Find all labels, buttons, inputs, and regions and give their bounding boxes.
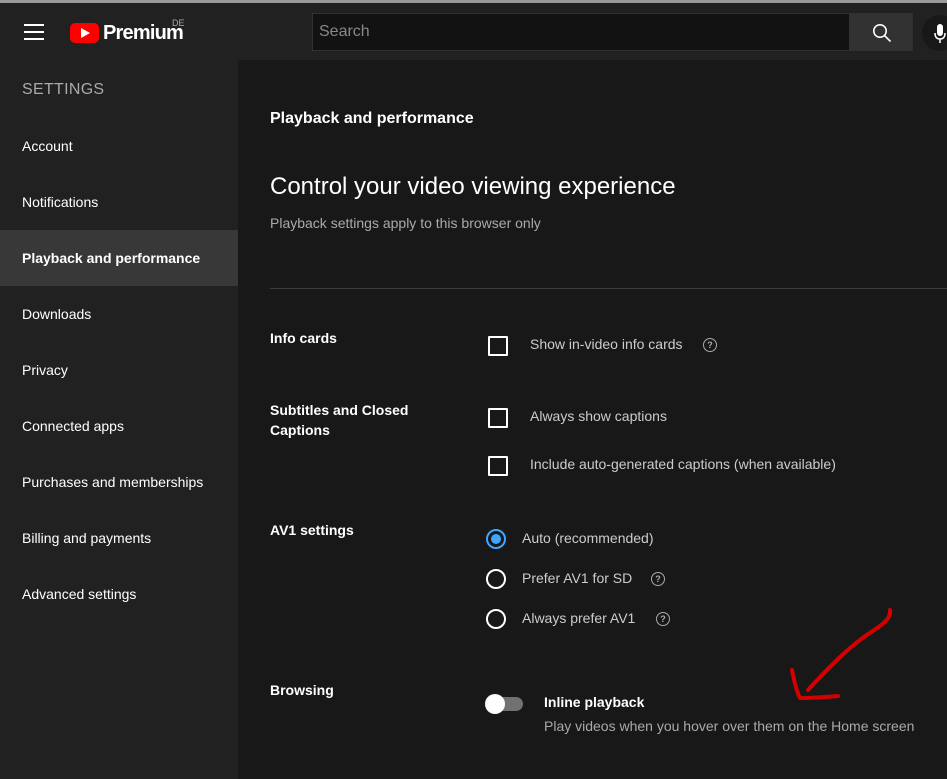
youtube-premium-logo[interactable]: Premium DE (70, 18, 185, 45)
search-box (312, 13, 850, 51)
browsing-label: Browsing (270, 682, 334, 698)
sidebar-item-purchases-and-memberships[interactable]: Purchases and memberships (0, 454, 238, 510)
help-icon[interactable]: ? (703, 338, 717, 352)
section-divider (270, 288, 947, 289)
sidebar-heading: SETTINGS (22, 81, 105, 98)
annotation-arrow-icon (790, 608, 893, 700)
sidebar-item-connected-apps[interactable]: Connected apps (0, 398, 238, 454)
av1-prefer-sd-label: Prefer AV1 for SD (522, 570, 633, 586)
voice-search-button[interactable] (922, 15, 947, 51)
av1-always-prefer-label: Always prefer AV1 (522, 610, 636, 626)
microphone-icon (934, 24, 946, 43)
sidebar-item-advanced-settings[interactable]: Advanced settings (0, 566, 238, 622)
always-show-captions-checkbox[interactable] (488, 408, 508, 428)
youtube-play-icon (70, 23, 99, 43)
av1-auto-label: Auto (recommended) (522, 530, 654, 546)
inline-playback-description: Play videos when you hover over them on … (544, 718, 915, 734)
search-button[interactable] (850, 13, 913, 51)
sidebar-item-privacy[interactable]: Privacy (0, 342, 238, 398)
always-show-captions-label: Always show captions (530, 408, 667, 424)
page-headline: Control your video viewing experience (270, 173, 676, 200)
top-bar: Premium DE (0, 3, 947, 60)
section-title: Playback and performance (270, 110, 474, 127)
help-icon[interactable]: ? (656, 612, 670, 626)
sidebar-item-downloads[interactable]: Downloads (0, 286, 238, 342)
av1-prefer-sd-radio[interactable] (486, 569, 506, 589)
auto-generated-captions-checkbox[interactable] (488, 456, 508, 476)
help-icon[interactable]: ? (651, 572, 665, 586)
av1-always-prefer-radio[interactable] (486, 609, 506, 629)
search-icon (873, 24, 892, 43)
toggle-knob (485, 694, 505, 714)
logo-region: DE (172, 18, 185, 28)
sidebar-item-notifications[interactable]: Notifications (0, 174, 238, 230)
info-cards-option-label: Show in-video info cards (530, 336, 683, 352)
av1-auto-radio[interactable] (486, 529, 506, 549)
page-subheading: Playback settings apply to this browser … (270, 215, 541, 231)
sidebar-item-account[interactable]: Account (0, 118, 238, 174)
sidebar-item-billing-and-payments[interactable]: Billing and payments (0, 510, 238, 566)
menu-icon[interactable] (24, 24, 44, 40)
info-cards-label: Info cards (270, 330, 337, 346)
inline-playback-toggle[interactable] (485, 694, 523, 714)
auto-generated-captions-label: Include auto-generated captions (when av… (530, 456, 836, 472)
sidebar-item-playback-and-performance[interactable]: Playback and performance (0, 230, 238, 286)
settings-sidebar: SETTINGS Account Notifications Playback … (0, 60, 238, 779)
av1-settings-label: AV1 settings (270, 522, 354, 538)
inline-playback-title: Inline playback (544, 694, 645, 710)
subtitles-label: Subtitles and Closed Captions (270, 402, 409, 438)
search-input[interactable] (313, 14, 849, 50)
logo-text: Premium (103, 21, 184, 44)
info-cards-checkbox[interactable] (488, 336, 508, 356)
